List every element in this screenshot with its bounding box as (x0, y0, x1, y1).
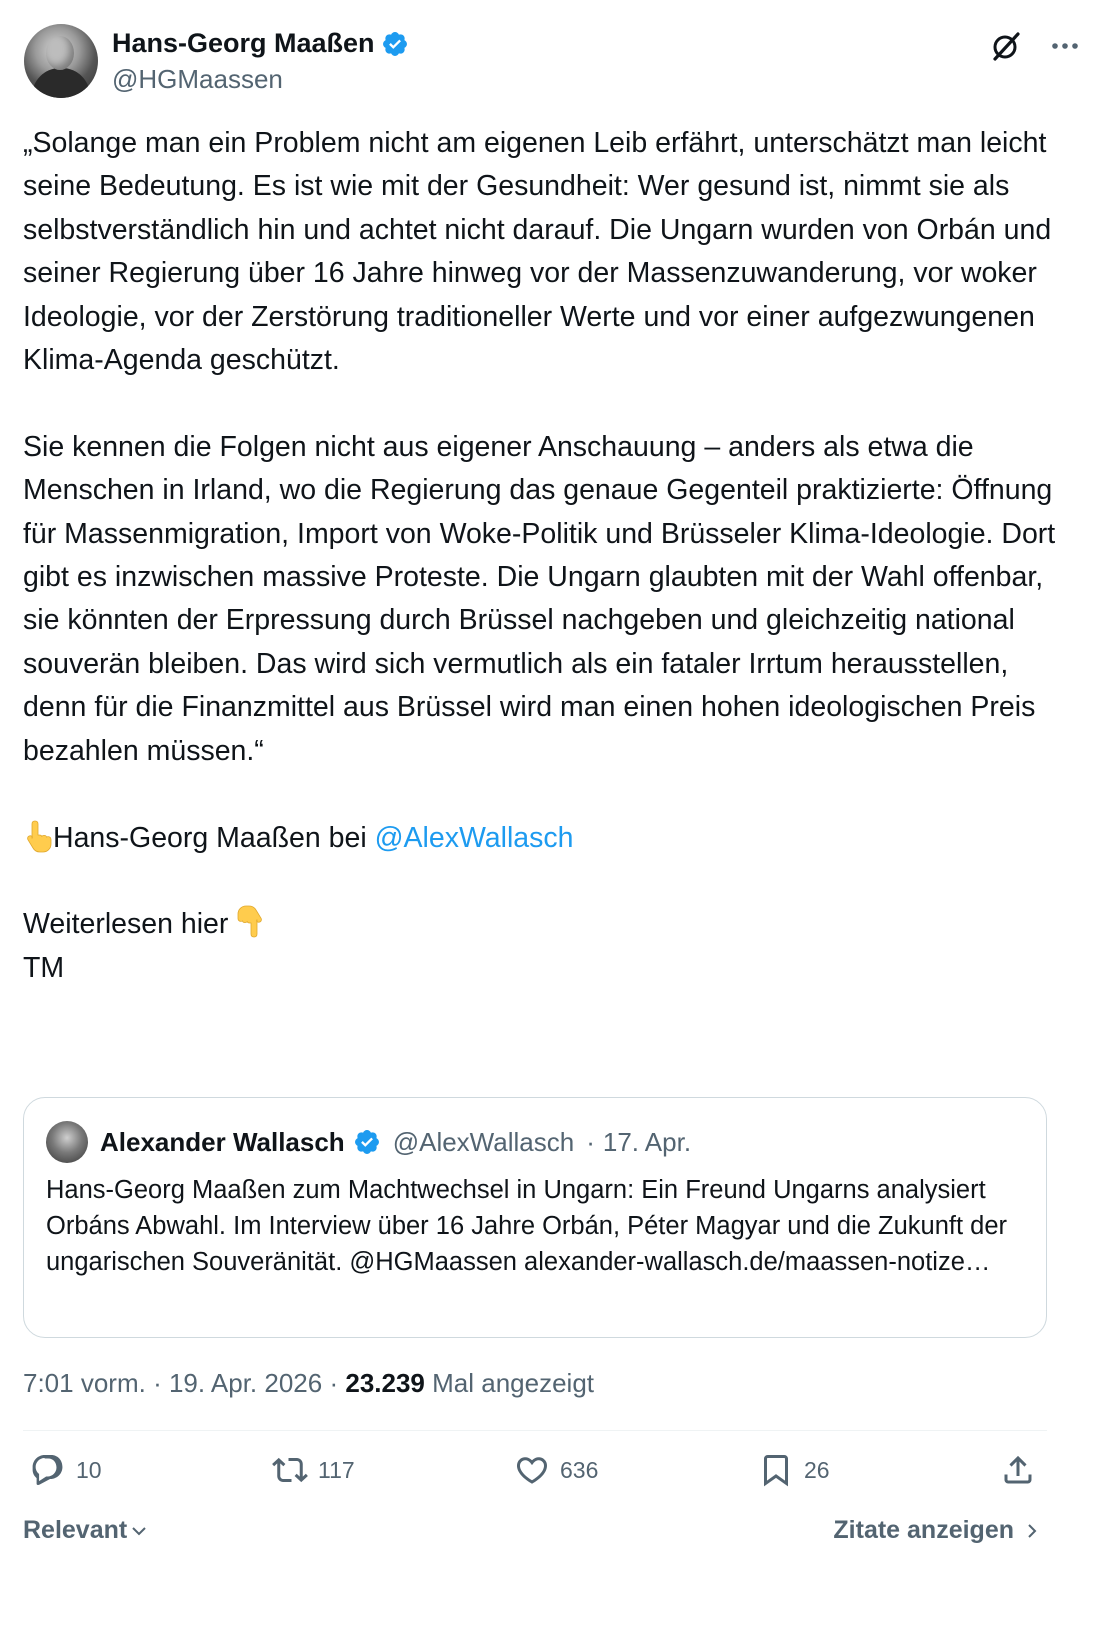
author-name[interactable]: Hans-Georg Maaßen (112, 28, 375, 59)
tweet-text: „Solange man ein Problem nicht am eigene… (23, 122, 1063, 990)
heart-icon (516, 1457, 548, 1484)
meta-separator-1: · (153, 1368, 162, 1398)
bookmark-icon (764, 1455, 788, 1487)
quoted-author-avatar (46, 1121, 88, 1163)
divider (23, 1430, 1047, 1431)
header-actions (988, 28, 1082, 64)
like-count: 636 (560, 1456, 599, 1483)
chevron-down-icon (132, 1526, 146, 1535)
avatar-body (32, 68, 90, 98)
author-name-row: Hans-Georg Maaßen (112, 28, 409, 59)
reply-icon (32, 1455, 63, 1485)
quoted-tweet-header: Alexander Wallasch @AlexWallasch · 17. A… (46, 1121, 1024, 1163)
bookmark-count: 26 (804, 1456, 830, 1483)
tweet-paragraph-1: „Solange man ein Problem nicht am eigene… (23, 127, 1060, 377)
chevron-right-icon (1028, 1523, 1037, 1538)
sort-dropdown[interactable]: Relevant (23, 1516, 149, 1545)
quoted-tweet-card[interactable]: Alexander Wallasch @AlexWallasch · 17. A… (23, 1097, 1047, 1338)
signature: TM (23, 951, 65, 984)
grok-icon[interactable] (988, 28, 1024, 64)
tweet-meta: 7:01 vorm. · 19. Apr. 2026 · 23.239 Mal … (23, 1368, 594, 1399)
read-more-text: Weiterlesen hier (23, 908, 229, 941)
quoted-author-handle: @AlexWallasch (392, 1126, 575, 1157)
bookmark-button[interactable]: 26 (758, 1452, 830, 1488)
pointing-up-emoji-icon (27, 820, 52, 852)
views-count: 23.239 (345, 1368, 425, 1398)
repost-count: 117 (318, 1456, 355, 1483)
author-handle[interactable]: @HGMaassen (112, 64, 283, 95)
avatar-face (46, 36, 74, 70)
quoted-verified-badge-icon (354, 1130, 379, 1154)
view-quotes-label: Zitate anzeigen (833, 1516, 1014, 1544)
tweet-header: Hans-Georg Maaßen @HGMaassen (24, 24, 1082, 100)
mention-alexwallasch-link[interactable]: @AlexWallasch (375, 822, 574, 854)
repost-icon (272, 1457, 308, 1483)
quoted-author-name: Alexander Wallasch (100, 1126, 345, 1157)
share-button[interactable] (1000, 1452, 1036, 1488)
verified-badge-icon[interactable] (381, 30, 409, 58)
more-icon[interactable] (1048, 29, 1082, 63)
sort-label: Relevant (23, 1516, 128, 1544)
tweet-paragraph-2: Sie kennen die Folgen nicht aus eigener … (23, 430, 1064, 767)
like-button[interactable]: 636 (514, 1452, 598, 1488)
reply-count: 10 (76, 1456, 102, 1483)
tweet-detail: Hans-Georg Maaßen @HGMaassen „Solange ma… (0, 0, 1106, 1627)
share-icon (1004, 1455, 1032, 1484)
action-bar: 10 117 636 26 (30, 1452, 1050, 1500)
credit-prefix: Hans-Georg Maaßen bei (53, 821, 367, 854)
repost-button[interactable]: 117 (272, 1452, 355, 1488)
quoted-separator: · (586, 1126, 595, 1157)
tweet-time[interactable]: 7:01 vorm. (23, 1368, 146, 1398)
view-quotes-link[interactable]: Zitate anzeigen (833, 1516, 1042, 1545)
reply-button[interactable]: 10 (30, 1452, 102, 1488)
meta-separator-2: · (329, 1368, 339, 1398)
author-avatar[interactable] (24, 24, 98, 98)
quoted-tweet-text: Hans-Georg Maaßen zum Machtwechsel in Un… (46, 1176, 1007, 1276)
pointing-down-emoji-icon (237, 905, 263, 938)
tweet-date[interactable]: 19. Apr. 2026 (169, 1368, 322, 1398)
views-label: Mal angezeigt (432, 1368, 595, 1398)
quoted-date: 17. Apr. (602, 1126, 692, 1157)
